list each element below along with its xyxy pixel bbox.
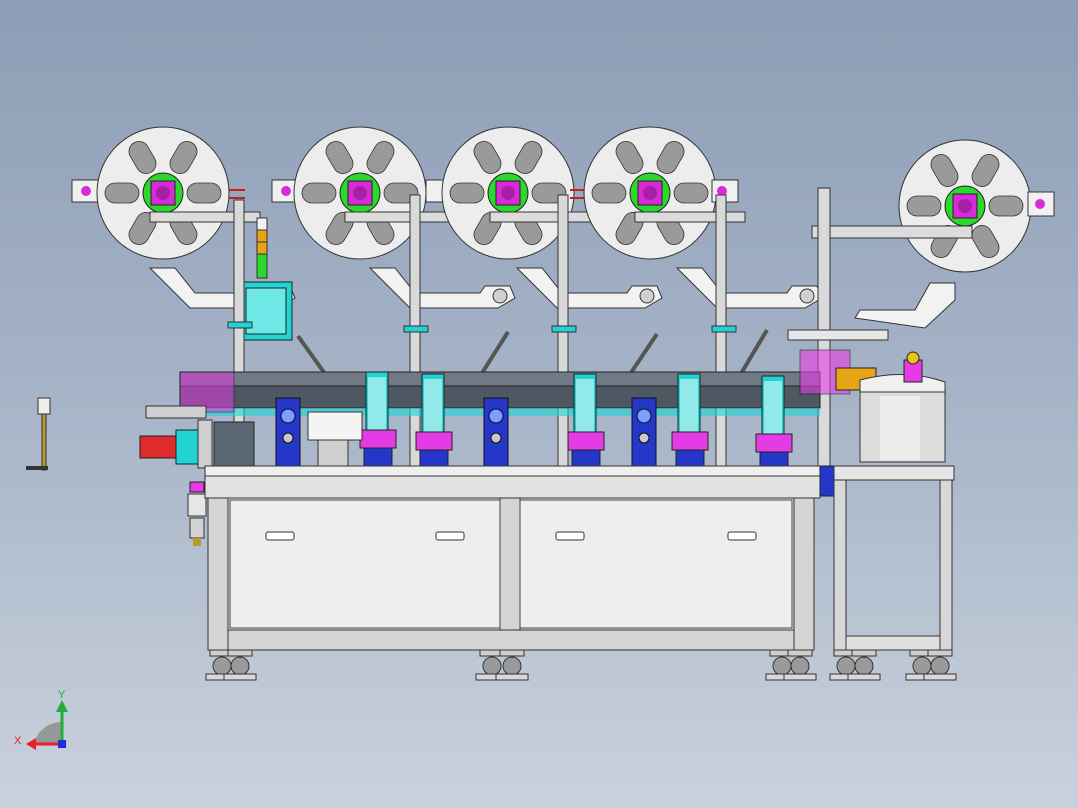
tape-reel-5[interactable]	[811, 139, 1055, 273]
cabinet-door-left[interactable]	[229, 499, 501, 629]
table-top-plate	[204, 465, 835, 499]
feeder-stand	[833, 465, 955, 651]
side-gauge	[26, 397, 51, 471]
y-axis-label: Y	[58, 689, 66, 701]
cabinet-door-right[interactable]	[519, 499, 793, 629]
feed-motor[interactable]	[139, 419, 255, 471]
conveyor-rail	[145, 371, 821, 419]
signal-tower	[256, 217, 268, 279]
casters	[205, 649, 957, 681]
x-axis-label: X	[14, 735, 22, 747]
cad-viewport[interactable]: Y X	[0, 0, 1078, 808]
control-box[interactable]	[239, 281, 293, 341]
camera-block	[307, 411, 363, 467]
tape-reel-1[interactable]	[71, 126, 261, 260]
coordinate-triad-icon	[26, 700, 68, 750]
tape-reel-3[interactable]	[425, 126, 601, 260]
air-filter-unit	[187, 481, 207, 546]
